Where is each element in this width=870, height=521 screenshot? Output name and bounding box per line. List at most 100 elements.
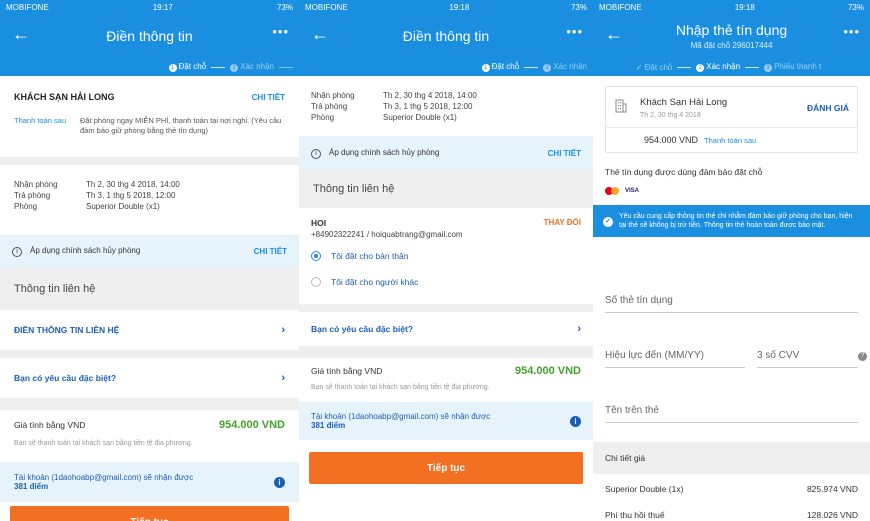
fill-contact-label: ĐIỀN THÔNG TIN LIÊN HỆ bbox=[14, 325, 120, 335]
stay-details: Nhận phòng Th 2, 30 thg 4 2018, 14:00 Tr… bbox=[0, 165, 299, 235]
contact-phone-email: +84902322241 / hoiquabtrang@gmail.com bbox=[311, 230, 463, 239]
building-icon bbox=[615, 99, 627, 113]
visa-icon: VISA bbox=[625, 188, 640, 194]
price-label: Giá tính bằng VND bbox=[311, 366, 383, 376]
card-number-input[interactable]: Số thẻ tín dụng bbox=[605, 295, 858, 313]
back-arrow-icon[interactable]: ← bbox=[605, 24, 623, 44]
contact-section-title: Thông tin liên hệ bbox=[299, 170, 593, 208]
progress-steps: ✓ Đặt chỗ 2 Xác nhận 3 Phiếu thanh t bbox=[593, 58, 870, 76]
radio-book-other[interactable]: Tôi đặt cho người khác bbox=[311, 277, 581, 287]
tax-line-label: Phí thu hồi thuế bbox=[605, 510, 665, 520]
back-arrow-icon[interactable]: ← bbox=[12, 24, 30, 44]
room-value: Superior Double (x1) bbox=[86, 202, 160, 211]
contact-card: HOI THAY ĐỔI +84902322241 / hoiquabtrang… bbox=[299, 208, 593, 304]
step-connector bbox=[211, 66, 226, 68]
step-confirm: 2 Xác nhận bbox=[543, 62, 587, 72]
more-menu-icon[interactable]: ••• bbox=[843, 24, 860, 39]
more-menu-icon[interactable]: ••• bbox=[272, 24, 289, 39]
step-two-icon: 2 bbox=[543, 64, 552, 72]
room-value: Superior Double (x1) bbox=[383, 113, 457, 122]
pay-later-text: Đặt phòng ngay MIỄN PHÍ, thanh toán tại … bbox=[80, 116, 282, 135]
status-time: 19:18 bbox=[449, 2, 470, 12]
info-icon[interactable]: i bbox=[274, 476, 285, 488]
cvv-input[interactable]: 3 số CVV bbox=[757, 350, 858, 368]
continue-button[interactable]: Tiếp tục bbox=[309, 452, 583, 484]
app-header: ← Điền thông tin ••• bbox=[299, 14, 593, 58]
progress-steps: 1 Đặt chỗ 2 Xác nhận bbox=[299, 58, 593, 76]
app-header: ← Điền thông tin ••• bbox=[0, 14, 299, 58]
step-confirm-label: Xác nhận bbox=[706, 62, 741, 71]
room-line-value: 825.974 VND bbox=[806, 484, 858, 494]
policy-detail-link[interactable]: CHI TIẾT bbox=[548, 149, 581, 158]
price-detail-title: Chi tiết giá bbox=[593, 442, 870, 474]
step-booking: ✓ Đặt chỗ bbox=[636, 63, 673, 72]
checkin-value: Th 2, 30 thg 4 2018, 14:00 bbox=[86, 180, 180, 189]
step-two-icon: 2 bbox=[696, 64, 705, 72]
room-label: Phòng bbox=[14, 202, 38, 211]
help-icon[interactable]: ? bbox=[858, 352, 867, 361]
checkin-label: Nhận phòng bbox=[311, 91, 355, 100]
special-request-button[interactable]: Bạn có yêu cầu đặc biệt? › bbox=[0, 358, 299, 398]
step-connector bbox=[677, 66, 692, 68]
battery-label: 73% bbox=[847, 2, 864, 12]
chevron-right-icon: › bbox=[281, 324, 285, 336]
tax-line-value: 128.026 VND bbox=[806, 510, 858, 520]
hotel-name: KHÁCH SẠN HẢI LONG bbox=[14, 92, 115, 102]
more-menu-icon[interactable]: ••• bbox=[566, 24, 583, 39]
change-contact-link[interactable]: THAY ĐỔI bbox=[544, 218, 581, 228]
radio-book-other-label: Tôi đặt cho người khác bbox=[331, 277, 419, 287]
step-receipt: 3 Phiếu thanh t bbox=[764, 62, 821, 72]
hotel-name: Khách Sạn Hải Long bbox=[640, 97, 728, 108]
stay-details: Nhận phòng Th 2, 30 thg 4 2018, 14:00 Tr… bbox=[299, 76, 593, 136]
booking-price: 954.000 VND bbox=[644, 135, 699, 145]
step-booking: 1 Đặt chỗ bbox=[168, 62, 206, 72]
hotel-detail-link[interactable]: CHI TIẾT bbox=[252, 93, 285, 102]
step-confirm: 2 Xác nhận bbox=[696, 62, 740, 72]
battery-label: 73% bbox=[276, 2, 293, 12]
step-confirm-label: Xác nhận bbox=[240, 62, 274, 71]
points-text: Tài khoản (1daohoabp@gmail.com) sẽ nhận … bbox=[14, 473, 194, 482]
cancel-policy-banner[interactable]: i Áp dụng chính sách hủy phòng CHI TIẾT bbox=[0, 235, 299, 268]
hotel-summary: KHÁCH SẠN HẢI LONG CHI TIẾT Thanh toán s… bbox=[0, 76, 299, 157]
policy-text: Áp dụng chính sách hủy phòng bbox=[329, 147, 440, 157]
hotel-date: Th 2, 30 thg 4 2018 bbox=[640, 112, 701, 119]
rate-link[interactable]: ĐÁNH GIÁ bbox=[807, 103, 849, 113]
cancel-policy-banner[interactable]: i Áp dụng chính sách hủy phòng CHI TIẾT bbox=[299, 136, 593, 170]
screen-fill-info-empty: MOBIFONE 19:17 73% ← Điền thông tin ••• … bbox=[0, 0, 299, 521]
divider bbox=[299, 346, 593, 358]
info-icon[interactable]: i bbox=[570, 415, 581, 427]
back-arrow-icon[interactable]: ← bbox=[311, 24, 329, 44]
checkin-value: Th 2, 30 thg 4 2018, 14:00 bbox=[383, 91, 477, 100]
checkin-label: Nhận phòng bbox=[14, 180, 58, 189]
pay-later-link[interactable]: Thanh toán sau bbox=[704, 136, 756, 145]
page-title: Nhập thẻ tín dụng bbox=[675, 22, 788, 38]
checkout-value: Th 3, 1 thg 5 2018, 12:00 bbox=[86, 191, 176, 200]
room-line-label: Superior Double (1x) bbox=[605, 484, 684, 494]
radio-unselected-icon bbox=[311, 277, 321, 287]
points-value: 381 điểm bbox=[311, 421, 346, 430]
price-label: Giá tính bằng VND bbox=[14, 420, 86, 430]
special-request-label: Bạn có yêu cầu đặc biệt? bbox=[311, 324, 414, 334]
price-line-room: Superior Double (1x) 825.974 VND bbox=[593, 484, 870, 494]
contact-name: HOI bbox=[311, 218, 327, 228]
points-banner: Tài khoản (1daohoabp@gmail.com) sẽ nhận … bbox=[299, 402, 593, 440]
expiry-input[interactable]: Hiệu lực đến (MM/YY) bbox=[605, 350, 745, 368]
divider bbox=[0, 157, 299, 165]
radio-book-self[interactable]: Tôi đặt cho bản thân bbox=[311, 251, 581, 261]
points-value: 381 điểm bbox=[14, 482, 49, 491]
info-icon: i bbox=[311, 148, 321, 159]
card-section-title: Thẻ tín dụng được dùng đảm bảo đặt chỗ bbox=[605, 167, 763, 177]
step-booking: 1 Đặt chỗ bbox=[481, 62, 519, 72]
status-bar: MOBIFONE 19:17 73% bbox=[0, 0, 299, 14]
continue-button[interactable]: Tiếp tục bbox=[10, 506, 289, 521]
step-done-icon: ✓ bbox=[635, 62, 645, 72]
policy-detail-link[interactable]: CHI TIẾT bbox=[254, 247, 287, 256]
check-icon: ✓ bbox=[603, 217, 613, 227]
fill-contact-button[interactable]: ĐIỀN THÔNG TIN LIÊN HỆ › bbox=[0, 310, 299, 350]
cardholder-name-input[interactable]: Tên trên thẻ bbox=[605, 405, 858, 423]
booking-code: Mã đặt chỗ 296017444 bbox=[690, 41, 773, 50]
special-request-button[interactable]: Bạn có yêu cầu đặc biệt? › bbox=[299, 312, 593, 346]
mastercard-icon bbox=[605, 187, 619, 195]
price-note: Bạn sẽ thanh toán tại khách sạn bằng tiề… bbox=[311, 384, 490, 391]
step-two-icon: 2 bbox=[230, 64, 239, 72]
